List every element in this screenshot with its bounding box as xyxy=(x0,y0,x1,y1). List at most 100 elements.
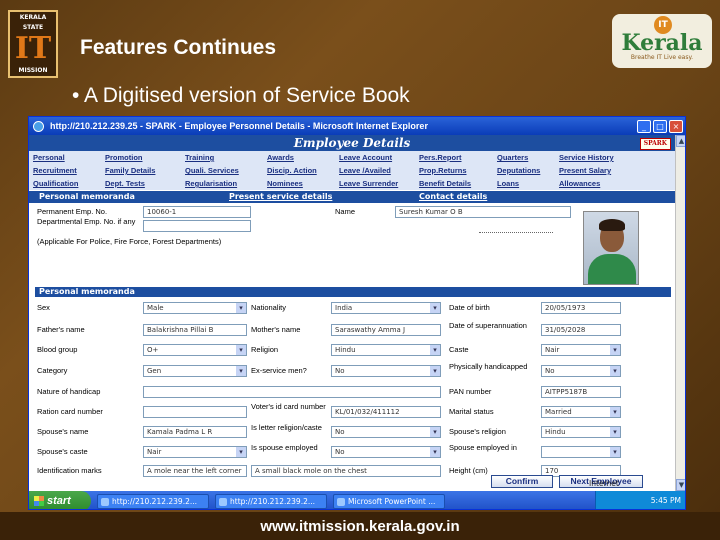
tab-personal-memoranda[interactable]: Personal memoranda xyxy=(29,191,219,203)
menu-item[interactable]: Leave /Availed xyxy=(339,164,419,177)
menu-item[interactable]: Quali. Services xyxy=(185,164,267,177)
photo-hair xyxy=(599,219,625,231)
caste-label: Caste xyxy=(449,345,469,354)
section-personal-memoranda: Personal memoranda xyxy=(35,287,671,297)
window-title: http://210.212.239.25 - SPARK - Employee… xyxy=(50,121,428,131)
nationality-select[interactable]: India xyxy=(331,302,441,314)
permanent-emp-no-label: Permanent Emp. No. xyxy=(37,207,108,216)
menu-item[interactable]: Prop.Returns xyxy=(419,164,497,177)
category-label: Category xyxy=(37,366,68,375)
employee-photo xyxy=(583,211,639,285)
kerala-logo-word: Kerala xyxy=(621,29,703,56)
menu-item[interactable]: Present Salary xyxy=(559,164,629,177)
menu-item[interactable]: Qualification xyxy=(33,177,105,190)
menu-item[interactable]: Promotion xyxy=(105,151,185,164)
dob-field[interactable]: 20/05/1973 xyxy=(541,302,621,314)
menu-item[interactable]: Awards xyxy=(267,151,339,164)
slide-bullet: • A Digitised version of Service Book xyxy=(72,84,410,107)
spouse-name-field[interactable]: Kamala Padma L R xyxy=(143,426,247,438)
inter-religion-label: Is letter religion/caste xyxy=(251,423,322,432)
menu-item[interactable]: Regularisation xyxy=(185,177,267,190)
kerala-logo-badge: IT xyxy=(654,16,672,34)
employee-header-fields: Permanent Emp. No. 10060-1 Name Suresh K… xyxy=(29,203,675,259)
dob-label: Date of birth xyxy=(449,303,490,312)
personal-details-form: Sex Male Nationality India Date of birth… xyxy=(35,299,671,488)
logo-left-line1: KERALA xyxy=(19,14,47,21)
menu-item[interactable]: Dept. Tests xyxy=(105,177,185,190)
menu-item[interactable]: Nominees xyxy=(267,177,339,190)
tab-contact-details[interactable]: Contact details xyxy=(409,191,487,203)
kerala-logo: IT Kerala Breathe IT Live easy. xyxy=(612,14,712,68)
category-select[interactable]: Gen xyxy=(143,365,247,377)
blood-group-select[interactable]: O+ xyxy=(143,344,247,356)
height-label: Height (cm) xyxy=(449,466,488,475)
sex-label: Sex xyxy=(37,303,50,312)
caste-select[interactable]: Nair xyxy=(541,344,621,356)
name-field[interactable]: Suresh Kumar O B xyxy=(395,206,571,218)
signature-image xyxy=(479,219,553,233)
permanent-emp-no-field[interactable]: 10060-1 xyxy=(143,206,251,218)
minimize-icon[interactable]: _ xyxy=(637,119,651,133)
menu-item[interactable]: Personal xyxy=(33,151,105,164)
applicable-note: (Applicable For Police, Fire Force, Fore… xyxy=(37,237,222,246)
close-icon[interactable]: × xyxy=(669,119,683,133)
maximize-icon[interactable]: □ xyxy=(653,119,667,133)
inter-religion-select[interactable]: No xyxy=(331,426,441,438)
menu-item[interactable]: Discip. Action xyxy=(267,164,339,177)
blood-group-label: Blood group xyxy=(37,345,78,354)
taskbar-item[interactable]: Microsoft PowerPoint ... xyxy=(333,493,445,509)
menu-item[interactable]: Recruitment xyxy=(33,164,105,177)
pan-field[interactable]: AITPP5187B xyxy=(541,386,621,398)
ration-card-field[interactable] xyxy=(143,406,247,418)
religion-select[interactable]: Hindu xyxy=(331,344,441,356)
scroll-down-icon[interactable]: ▼ xyxy=(676,479,685,491)
superannuation-label: Date of superannuation xyxy=(449,321,527,330)
kerala-it-mission-logo: KERALA STATE IT MISSION xyxy=(8,10,58,78)
father-name-label: Father's name xyxy=(37,325,85,334)
menu-item[interactable]: Deputations xyxy=(497,164,559,177)
confirm-button[interactable]: Confirm xyxy=(491,475,553,488)
status-internet: Internet xyxy=(589,479,619,488)
menu-item[interactable]: Benefit Details xyxy=(419,177,497,190)
spouse-religion-label: Spouse's religion xyxy=(449,427,506,436)
ration-card-label: Ration card number xyxy=(37,407,103,416)
page-heading: Employee Details SPARK xyxy=(29,135,675,151)
marital-status-label: Marital status xyxy=(449,407,494,416)
spouse-religion-select[interactable]: Hindu xyxy=(541,426,621,438)
identification-mark-1-field[interactable]: A mole near the left corner xyxy=(143,465,247,477)
superannuation-field[interactable]: 31/05/2028 xyxy=(541,324,621,336)
mother-name-field[interactable]: Saraswathy Amma J xyxy=(331,324,441,336)
menu-item[interactable]: Service History xyxy=(559,151,629,164)
physically-handicapped-select[interactable]: No xyxy=(541,365,621,377)
start-button[interactable]: start xyxy=(29,491,91,509)
spouse-employed-in-label: Spouse employed in xyxy=(449,443,517,452)
mother-name-label: Mother's name xyxy=(251,325,301,334)
menu-item[interactable]: Allowances xyxy=(559,177,629,190)
menu-item[interactable]: Quarters xyxy=(497,151,559,164)
spouse-employed-in-select[interactable] xyxy=(541,446,621,458)
taskbar-item[interactable]: http://210.212.239.2... xyxy=(215,493,327,509)
scroll-up-icon[interactable]: ▲ xyxy=(676,135,685,147)
tab-present-service[interactable]: Present service details xyxy=(219,191,409,203)
menu-item[interactable]: Loans xyxy=(497,177,559,190)
spouse-caste-select[interactable]: Nair xyxy=(143,446,247,458)
sex-select[interactable]: Male xyxy=(143,302,247,314)
menu-item[interactable]: Training xyxy=(185,151,267,164)
dept-emp-no-field[interactable] xyxy=(143,220,251,232)
spouse-employed-select[interactable]: No xyxy=(331,446,441,458)
menu-item[interactable]: Family Details xyxy=(105,164,185,177)
identification-mark-2-field[interactable]: A small black mole on the chest xyxy=(251,465,441,477)
marital-status-select[interactable]: Married xyxy=(541,406,621,418)
window-titlebar: http://210.212.239.25 - SPARK - Employee… xyxy=(29,117,685,135)
ie-window: http://210.212.239.25 - SPARK - Employee… xyxy=(28,116,686,510)
physically-handicapped-label: Physically handicapped xyxy=(449,362,528,371)
voter-id-field[interactable]: KL/01/032/411112 xyxy=(331,406,441,418)
ex-service-select[interactable]: No xyxy=(331,365,441,377)
menu-item[interactable]: Leave Account xyxy=(339,151,419,164)
vertical-scrollbar[interactable]: ▲ ▼ xyxy=(675,135,685,491)
taskbar-item[interactable]: http://210.212.239.2... xyxy=(97,493,209,509)
menu-item[interactable]: Pers.Report xyxy=(419,151,497,164)
handicap-nature-field[interactable] xyxy=(143,386,441,398)
menu-item[interactable]: Leave Surrender xyxy=(339,177,419,190)
father-name-field[interactable]: Balakrishna Pillai B xyxy=(143,324,247,336)
